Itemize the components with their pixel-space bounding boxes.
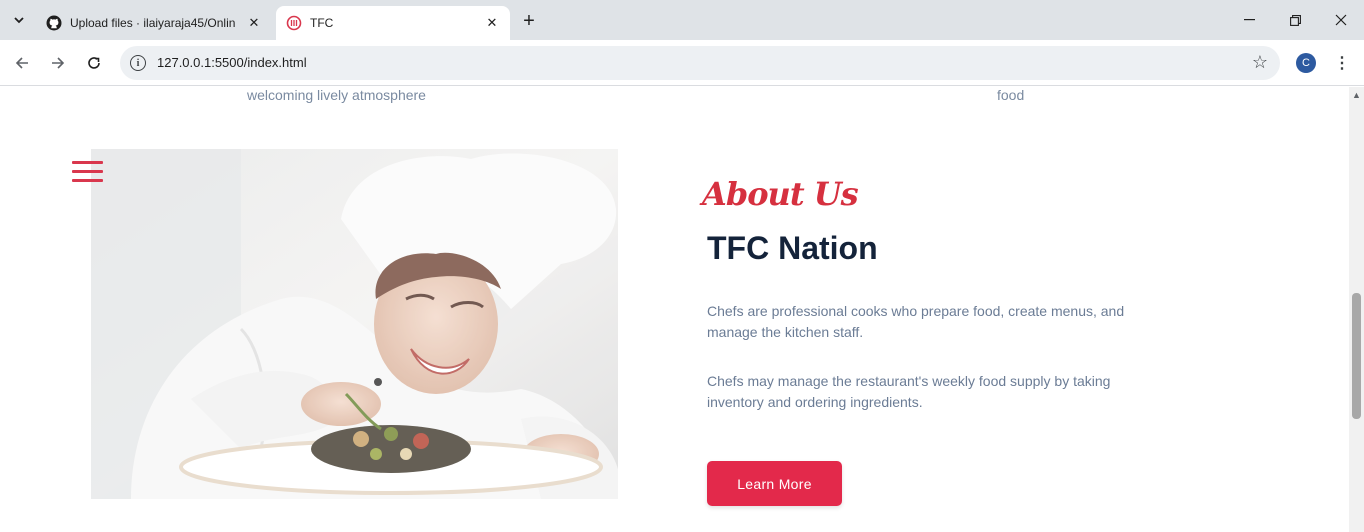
about-paragraph: Chefs may manage the restaurant's weekly…	[707, 373, 1111, 410]
bookmark-star-icon[interactable]: ☆	[1252, 52, 1268, 73]
profile-avatar[interactable]: C	[1296, 53, 1316, 73]
page-viewport: welcoming lively atmosphere food About U…	[0, 87, 1364, 532]
reload-button[interactable]	[80, 49, 108, 77]
chevron-down-icon	[14, 16, 24, 23]
scroll-up-arrow-icon[interactable]: ▲	[1352, 90, 1361, 100]
forward-button[interactable]	[44, 49, 72, 77]
minimize-icon	[1243, 19, 1255, 21]
close-icon[interactable]: ✕	[484, 15, 500, 31]
github-icon	[46, 15, 62, 31]
restaurant-logo-icon	[286, 15, 302, 31]
close-icon[interactable]: ✕	[246, 15, 262, 31]
feature-caption: welcoming lively atmosphere	[247, 87, 426, 103]
tab-title: TFC	[310, 16, 334, 30]
chef-photo	[91, 149, 618, 499]
scrollbar-thumb[interactable]	[1352, 293, 1361, 419]
close-icon	[1335, 14, 1347, 26]
reload-icon	[88, 57, 100, 69]
site-info-icon[interactable]: i	[130, 55, 146, 71]
about-us-label: About Us	[702, 175, 859, 213]
address-bar[interactable]: i 127.0.0.1:5500/index.html ☆	[120, 46, 1280, 80]
new-tab-button[interactable]: +	[516, 9, 542, 33]
url-text[interactable]: 127.0.0.1:5500/index.html	[157, 55, 307, 70]
about-heading: TFC Nation	[707, 230, 878, 266]
minimize-button[interactable]	[1226, 0, 1272, 40]
chef-image	[91, 149, 618, 499]
feature-caption: food	[997, 87, 1025, 103]
restore-icon	[1289, 14, 1301, 26]
about-paragraph: Chefs are professional cooks who prepare…	[707, 303, 1125, 340]
arrow-right-icon	[52, 57, 65, 69]
browser-tab-bar: Upload files · ilaiyaraja45/Onlin ✕ TFC …	[0, 0, 1364, 40]
close-window-button[interactable]	[1318, 0, 1364, 40]
tab-search-button[interactable]	[6, 7, 32, 33]
browser-tab-tfc[interactable]: TFC ✕	[276, 6, 510, 40]
vertical-scrollbar[interactable]: ▲	[1349, 87, 1364, 532]
learn-more-button[interactable]: Learn More	[707, 461, 842, 506]
back-button[interactable]	[8, 49, 36, 77]
hamburger-menu-icon[interactable]	[72, 161, 104, 183]
menu-kebab-icon[interactable]: ⋮	[1332, 52, 1352, 74]
tab-title: Upload files · ilaiyaraja45/Onlin	[70, 16, 236, 30]
arrow-left-icon	[15, 57, 28, 69]
restore-button[interactable]	[1272, 0, 1318, 40]
browser-toolbar: i 127.0.0.1:5500/index.html ☆ C ⋮	[0, 40, 1364, 86]
browser-tab-github[interactable]: Upload files · ilaiyaraja45/Onlin ✕	[36, 6, 272, 40]
